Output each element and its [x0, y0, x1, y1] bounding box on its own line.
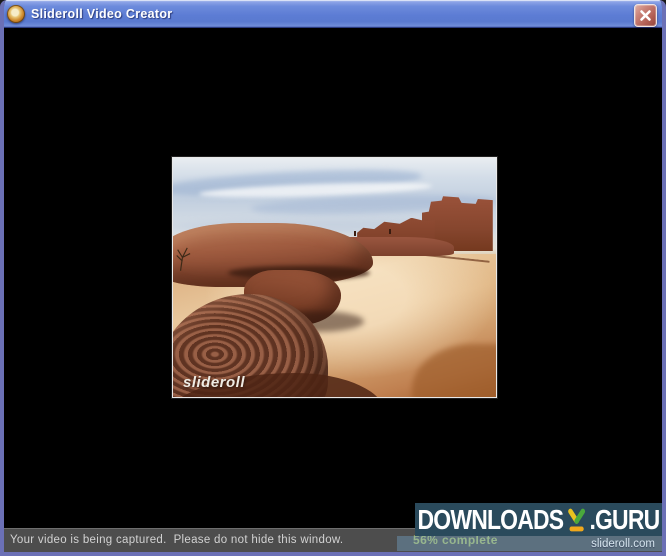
downloads-guru-logo: DOWNLOADS .GURU — [417, 503, 661, 535]
brand-text-downloads: DOWNLOADS — [417, 503, 564, 535]
video-capture-area: slideroll — [4, 28, 662, 528]
slide-photo: slideroll — [172, 157, 497, 398]
desert-bush-icon — [176, 247, 191, 271]
watermark-strip: slideroll.com — [397, 536, 662, 551]
download-arrow-icon — [567, 508, 585, 531]
photo-scene: slideroll — [173, 158, 496, 397]
titlebar[interactable]: Slideroll Video Creator — [4, 0, 662, 28]
app-disc-icon[interactable] — [7, 5, 25, 23]
brand-text-guru: .GURU — [589, 503, 661, 535]
close-button[interactable] — [634, 4, 657, 27]
status-message: Your video is being captured. Please do … — [10, 534, 344, 546]
close-x-icon — [640, 10, 651, 21]
app-window: slideroll Slideroll Video Creator Your v… — [0, 0, 666, 556]
distant-figure — [353, 230, 356, 236]
photo-watermark: slideroll — [183, 374, 246, 391]
watermark-site-text: slideroll.com — [591, 537, 655, 550]
distant-figure — [389, 228, 392, 234]
downloads-guru-watermark: DOWNLOADS .GURU — [415, 503, 662, 536]
window-title: Slideroll Video Creator — [31, 7, 173, 21]
